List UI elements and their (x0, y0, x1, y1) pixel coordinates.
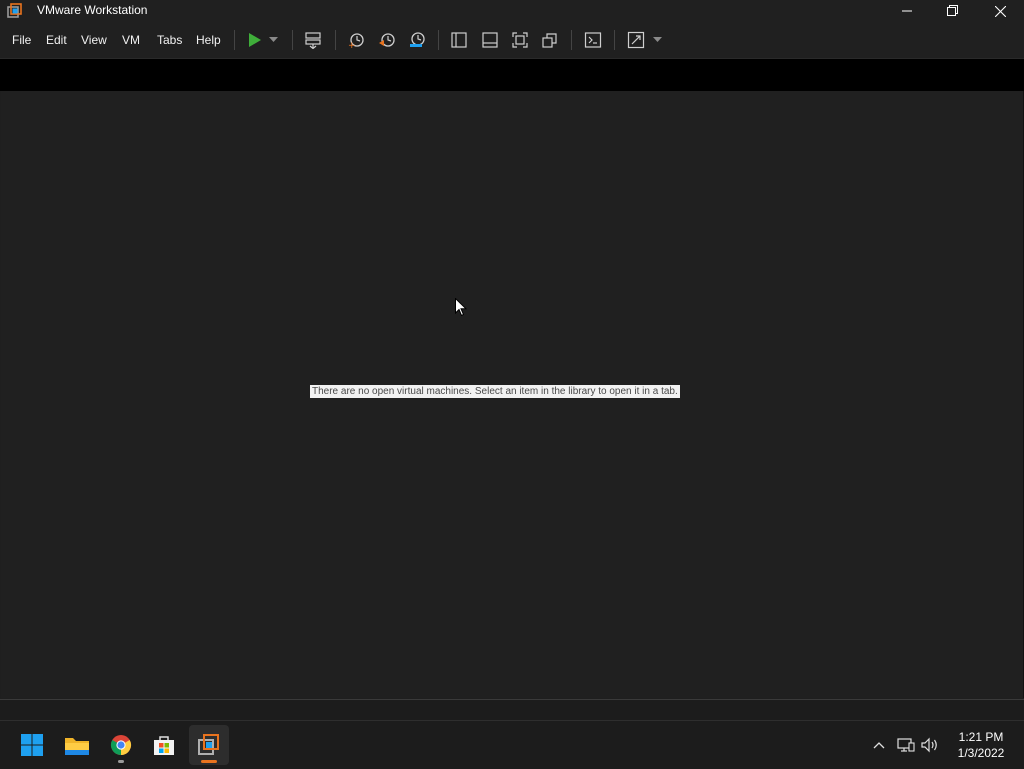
vmware-app-icon[interactable] (6, 2, 24, 20)
restore-icon (947, 5, 958, 16)
show-hidden-icons-icon (873, 742, 885, 749)
vmware-workstation-icon (198, 734, 219, 755)
stretch-dropdown-icon (652, 37, 662, 42)
menu-edit[interactable]: Edit (46, 32, 67, 48)
full-screen-button[interactable] (509, 30, 531, 50)
system-clock[interactable]: 1:21 PM 1/3/2022 (946, 729, 1016, 761)
show-thumbnail-bar-icon (482, 32, 498, 48)
network-icon (897, 738, 915, 752)
menu-help[interactable]: Help (196, 32, 221, 48)
show-thumbnail-bar-button[interactable] (479, 30, 501, 50)
revert-snapshot-icon (379, 33, 395, 47)
running-indicator (118, 760, 124, 763)
close-icon (994, 5, 1006, 17)
microsoft-store-icon (154, 736, 174, 755)
status-bar (0, 699, 1024, 720)
power-on-button[interactable] (243, 30, 265, 50)
tab-strip (0, 59, 1024, 91)
toolbar-separator (234, 30, 235, 50)
show-library-icon (451, 32, 467, 48)
menu-tabs[interactable]: Tabs (157, 32, 182, 48)
unity-button[interactable] (539, 30, 561, 50)
start-button[interactable] (12, 725, 52, 765)
close-button[interactable] (977, 0, 1023, 22)
toolbar-separator (438, 30, 439, 50)
minimize-icon (902, 10, 912, 12)
minimize-button[interactable] (884, 0, 930, 22)
console-view-icon (584, 32, 602, 48)
power-dropdown-button[interactable] (266, 30, 280, 50)
toolbar-separator (614, 30, 615, 50)
menu-view[interactable]: View (81, 32, 107, 48)
clock-time: 1:21 PM (958, 730, 1004, 744)
chrome-icon (110, 735, 132, 756)
show-library-button[interactable] (448, 30, 470, 50)
console-view-button[interactable] (582, 30, 604, 50)
unity-icon (542, 33, 557, 48)
taskbar-microsoft-store[interactable] (144, 725, 184, 765)
mouse-pointer-icon (455, 297, 468, 322)
restore-button[interactable] (930, 0, 976, 22)
menu-toolbar: File Edit View VM Tabs Help + (0, 22, 1024, 59)
window-title: VMware Workstation (37, 3, 148, 17)
volume-button[interactable] (921, 737, 939, 753)
stretch-guest-icon (627, 31, 645, 49)
dropdown-arrow-icon (268, 37, 278, 42)
revert-snapshot-button[interactable] (376, 30, 398, 50)
show-hidden-icons-button[interactable] (870, 737, 888, 753)
active-indicator (201, 760, 217, 763)
power-on-icon (249, 33, 261, 47)
network-button[interactable] (897, 737, 915, 753)
snapshot-manager-button[interactable] (406, 30, 428, 50)
empty-state-message: There are no open virtual machines. Sele… (310, 385, 680, 398)
svg-text:+: + (348, 41, 356, 49)
take-snapshot-icon: + (348, 33, 364, 49)
title-bar: VMware Workstation (0, 0, 1024, 22)
take-snapshot-button[interactable]: + (345, 30, 367, 50)
stretch-dropdown-button[interactable] (650, 30, 664, 50)
file-explorer-icon (65, 738, 89, 755)
full-screen-icon (512, 32, 528, 48)
send-ctrl-alt-del-button[interactable] (302, 30, 324, 50)
clock-date: 1/3/2022 (957, 746, 1005, 760)
taskbar-chrome[interactable] (101, 725, 141, 765)
toolbar-separator (571, 30, 572, 50)
toolbar-separator (335, 30, 336, 50)
start-icon (21, 734, 43, 756)
send-ctrl-alt-del-icon (305, 32, 321, 49)
volume-icon (921, 737, 937, 753)
taskbar-vmware-workstation[interactable] (189, 725, 229, 765)
taskbar (0, 720, 1024, 769)
stretch-guest-button[interactable] (625, 30, 647, 50)
toolbar-separator (292, 30, 293, 50)
menu-file[interactable]: File (12, 32, 31, 48)
taskbar-file-explorer[interactable] (57, 725, 97, 765)
menu-vm[interactable]: VM (122, 32, 140, 48)
snapshot-manager-icon (410, 32, 425, 47)
